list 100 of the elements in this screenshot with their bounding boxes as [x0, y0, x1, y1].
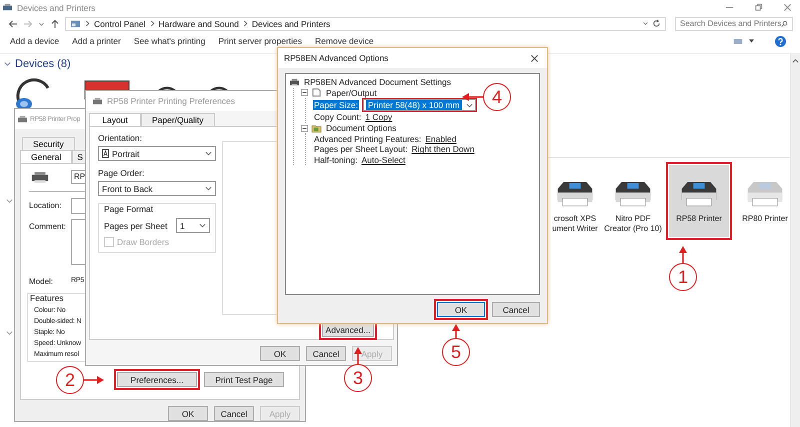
setting-value-link[interactable]: Auto-Select [361, 154, 406, 165]
restore-icon[interactable] [754, 3, 763, 12]
caret-icon [466, 102, 473, 108]
search-icon [781, 20, 788, 28]
chevron-right-icon[interactable] [150, 20, 155, 27]
breadcrumb[interactable]: Hardware and Sound [158, 18, 239, 28]
page-icon [311, 88, 322, 98]
printer-item[interactable]: RP58 Printer [669, 165, 729, 237]
toolbar-button[interactable]: See what's printing [130, 36, 214, 46]
callout-number: 1 [669, 263, 697, 291]
callout-arrow [84, 376, 104, 384]
field-label: Pages per Sheet [104, 220, 168, 230]
dropdown-value: Front to Back [102, 184, 154, 194]
field-label: Model: [29, 277, 54, 286]
search-field[interactable]: Search Devices and Printers [675, 16, 793, 30]
dialog-title: RP58EN Advanced Options [284, 53, 388, 63]
caret-icon [199, 223, 206, 228]
up-arrow-icon[interactable] [50, 18, 60, 28]
folder-icon [311, 124, 322, 133]
printer-label: crosoft XPS ument Writer [552, 214, 598, 234]
field-label: Orientation: [98, 133, 143, 143]
field-label: Page Order: [98, 168, 146, 178]
portrait-page-icon [102, 149, 109, 158]
address-bar[interactable]: Control Panel Hardware and Sound Devices and Printers [65, 16, 666, 30]
close-icon[interactable] [530, 54, 539, 62]
setting-value-link[interactable]: Right then Down [412, 144, 474, 154]
help-icon[interactable] [775, 36, 786, 46]
foot-button[interactable]: Cancel [214, 406, 254, 421]
printer-icon [31, 170, 49, 184]
setting-label[interactable]: Pages per Sheet Layout: [313, 144, 409, 154]
setting-label[interactable]: Advanced Printing Features: [313, 134, 422, 144]
paper-size-dropdown[interactable]: Printer 58(48) x 100 mm [362, 99, 476, 112]
setting-value-link[interactable]: Enabled [425, 134, 456, 144]
foot-button[interactable]: Cancel [306, 346, 346, 361]
chevron-down-icon[interactable] [643, 20, 648, 27]
toolbar-button[interactable]: Print server properties [214, 36, 310, 46]
wide-button[interactable]: Preferences... [117, 372, 197, 387]
chevron-down-icon[interactable] [4, 61, 11, 67]
caret-icon [205, 151, 212, 156]
dropdown-value: 1 [180, 220, 186, 230]
setting-label[interactable]: Half-toning: [313, 154, 358, 165]
printer-item[interactable]: crosoft XPS ument Writer [553, 165, 597, 237]
scroll-up-icon[interactable] [792, 58, 799, 64]
printer-icon [17, 114, 28, 124]
breadcrumb[interactable]: Control Panel [94, 18, 146, 28]
toolbar-button[interactable]: Add a device [6, 36, 68, 46]
tab[interactable]: General [20, 150, 72, 163]
chevron-right-icon[interactable] [85, 20, 90, 27]
caret-icon [205, 186, 212, 191]
tree-item[interactable]: RP58EN Advanced Document Settings [303, 77, 452, 88]
printer-icon [289, 78, 300, 87]
callout-arrow [354, 347, 362, 364]
printer-item[interactable]: RP80 Printer [735, 165, 795, 237]
chevron-right-icon[interactable] [242, 20, 248, 27]
callout-number: 3 [344, 364, 372, 392]
back-arrow-icon[interactable] [8, 18, 18, 28]
printer-label: Nitro PDF Creator (Pro 10) [604, 214, 662, 234]
printer-icon [92, 96, 103, 106]
printer-item[interactable]: Nitro PDF Creator (Pro 10) [603, 165, 663, 237]
group-title: Features [30, 293, 64, 303]
callout-arrow [452, 324, 460, 338]
toolbar-button[interactable]: Remove device [311, 36, 382, 46]
page-order-dropdown[interactable]: Front to Back [98, 181, 216, 196]
ab-button[interactable]: Cancel [492, 302, 540, 317]
dialog-title: RP58 Printer Printing Preferences [107, 96, 236, 106]
collapse-icon[interactable] [301, 89, 308, 96]
window-title: Devices and Printers [17, 2, 96, 12]
control-panel-icon [70, 19, 81, 28]
refresh-icon[interactable] [652, 19, 661, 28]
caret-icon[interactable] [749, 39, 754, 43]
setting-label[interactable]: Paper Size: [313, 100, 359, 110]
foot-button[interactable]: OK [168, 406, 208, 421]
field-label: Location: [29, 201, 62, 210]
breadcrumb[interactable]: Devices and Printers [252, 18, 330, 28]
dropdown-value: Printer 58(48) x 100 mm [366, 100, 462, 110]
printer-label: RP58 Printer [676, 214, 722, 224]
ab-button[interactable]: OK [437, 302, 485, 317]
tab[interactable]: Paper/Quality [141, 113, 214, 126]
orientation-dropdown[interactable]: Portrait [98, 146, 216, 161]
tab[interactable]: Layout [89, 113, 141, 126]
collapse-icon[interactable] [301, 124, 308, 132]
pages-per-sheet-dropdown[interactable]: 1 [176, 218, 210, 233]
callout-number: 5 [442, 338, 470, 366]
wide-button[interactable]: Print Test Page [204, 372, 284, 387]
dropdown-value: Portrait [112, 148, 140, 158]
foot-button[interactable]: OK [260, 346, 300, 361]
toolbar-button[interactable]: Add a printer [68, 36, 129, 46]
tree-item[interactable]: Document Options [325, 123, 398, 134]
tab[interactable]: Security [22, 137, 75, 150]
callout-arrow [679, 246, 687, 263]
search-placeholder: Search Devices and Printers [680, 19, 782, 28]
printer-label: RP80 Printer [742, 214, 788, 224]
printer-icon [2, 3, 13, 12]
field-label: Comment: [29, 222, 67, 231]
section-title[interactable]: Devices (8) [15, 58, 71, 70]
group-title: Page Format [104, 204, 154, 214]
scrollbar[interactable] [790, 54, 800, 427]
tree-item[interactable]: Paper/Output [325, 88, 378, 98]
setting-value-link[interactable]: 1 Copy [365, 112, 392, 122]
setting-label[interactable]: Copy Count: [313, 112, 362, 122]
